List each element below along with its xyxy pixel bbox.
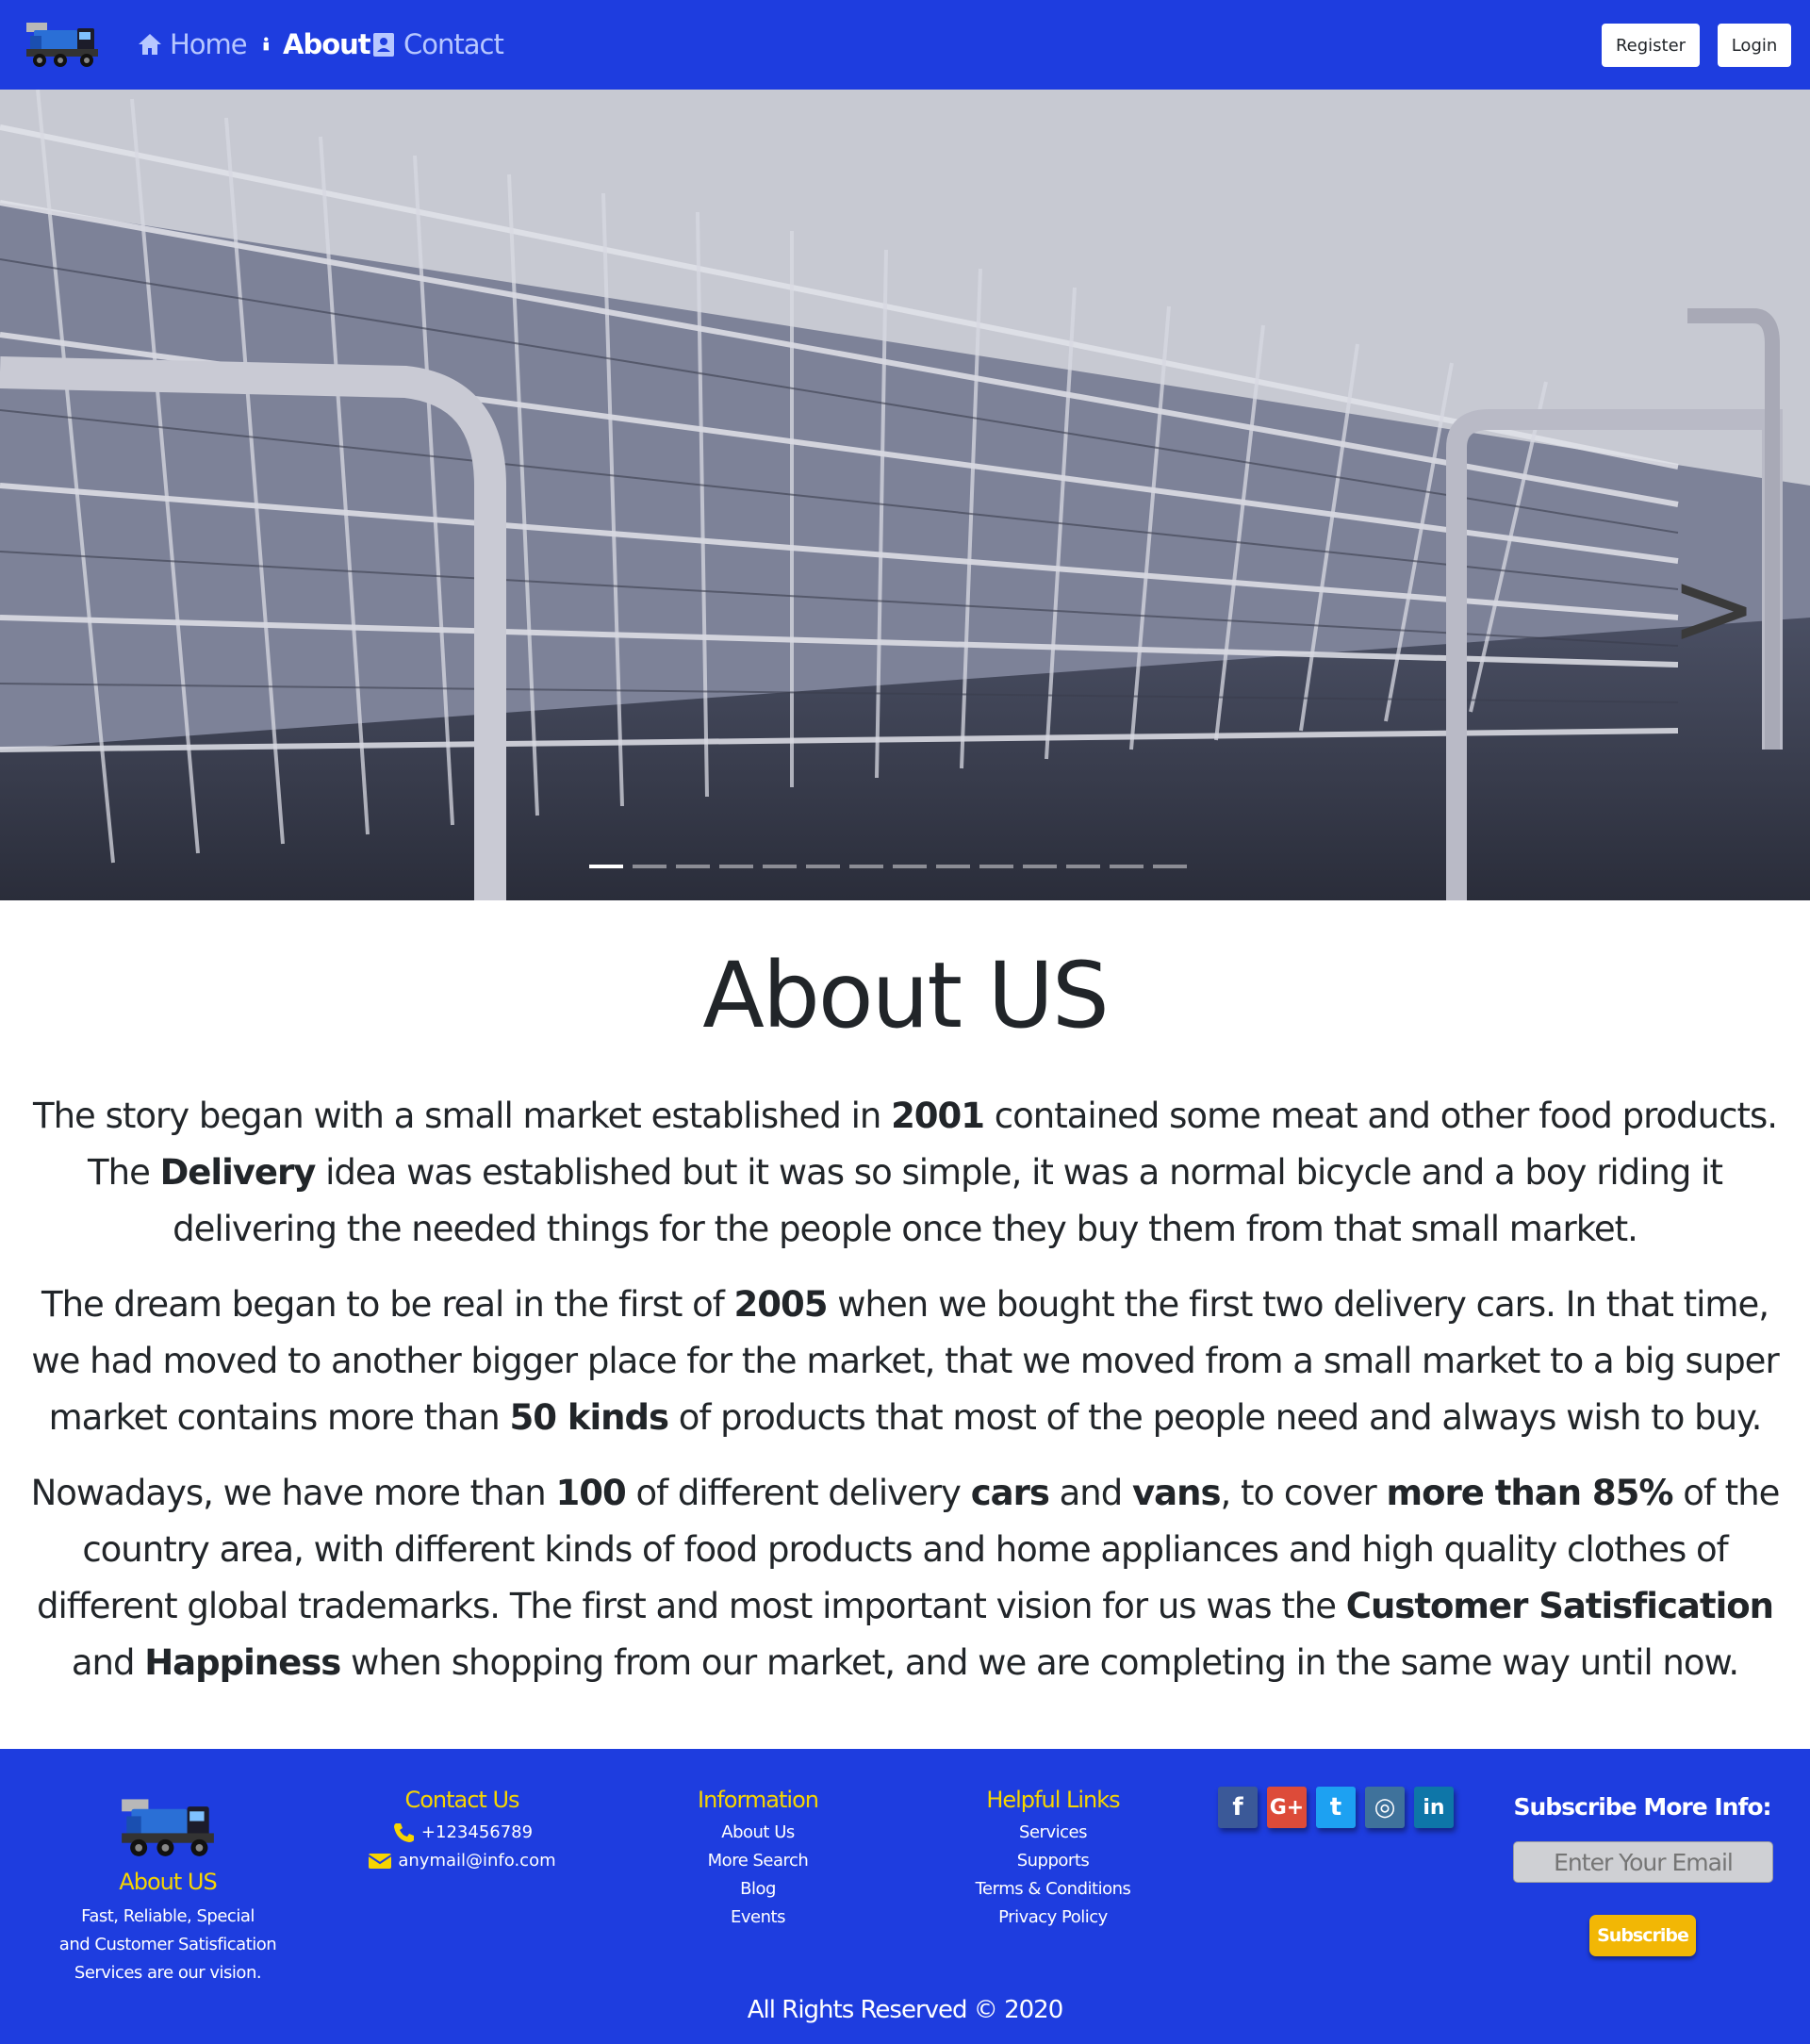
nav-contact-label: Contact (403, 28, 504, 60)
footer-about-column: About US Fast, Reliable, Special and Cus… (57, 1791, 279, 1987)
footer-link-privacy[interactable]: Privacy Policy (943, 1904, 1163, 1932)
footer-about-title: About US (119, 1869, 217, 1895)
contact-card-icon (373, 33, 394, 57)
subscribe-email-input[interactable] (1513, 1841, 1773, 1883)
about-paragraph-2: The dream began to be real in the first … (31, 1284, 1779, 1438)
carousel-indicator[interactable] (1023, 865, 1057, 868)
carousel-indicator[interactable] (589, 865, 623, 868)
carousel-indicator[interactable] (979, 865, 1013, 868)
about-paragraph-3: Nowadays, we have more than 100 of diffe… (30, 1473, 1781, 1683)
carousel-indicator[interactable] (676, 865, 710, 868)
carousel-indicator[interactable] (806, 865, 840, 868)
footer-phone[interactable]: +123456789 (349, 1819, 575, 1847)
nav-home-label: Home (170, 28, 248, 60)
footer-link-services[interactable]: Services (943, 1819, 1163, 1847)
nav-contact-link[interactable]: Contact (370, 25, 504, 64)
carousel-indicators (589, 865, 1187, 868)
about-paragraph-1: The story began with a small market esta… (33, 1096, 1778, 1249)
twitter-icon[interactable]: t (1316, 1787, 1356, 1828)
about-title: About US (702, 943, 1110, 1048)
footer-link-more-search[interactable]: More Search (660, 1847, 856, 1875)
footer-email-text: anymail@info.com (398, 1851, 556, 1871)
nav-about-link[interactable]: About (262, 25, 371, 64)
footer-contact-column: Contact Us +123456789 anymail@info.com (349, 1787, 575, 1875)
subscribe-button[interactable]: Subscribe (1589, 1915, 1696, 1956)
footer-helpful-title: Helpful Links (986, 1787, 1120, 1813)
carousel-indicator[interactable] (936, 865, 970, 868)
truck-logo-icon[interactable] (23, 17, 102, 72)
footer-email[interactable]: anymail@info.com (349, 1847, 575, 1875)
facebook-icon[interactable]: f (1218, 1787, 1258, 1828)
carousel-indicator[interactable] (849, 865, 883, 868)
shopping-carts-image (0, 90, 1810, 900)
home-icon (139, 34, 161, 55)
nav-home-link[interactable]: Home (136, 25, 248, 64)
carousel-indicator[interactable] (893, 865, 927, 868)
carousel-indicator[interactable] (633, 865, 666, 868)
envelope-icon (368, 1854, 392, 1869)
footer-link-supports[interactable]: Supports (943, 1847, 1163, 1875)
carousel-indicator[interactable] (763, 865, 797, 868)
site-footer: About US Fast, Reliable, Special and Cus… (0, 1749, 1810, 2044)
social-links: f G+ t ◎ in (1218, 1787, 1454, 1828)
footer-information-column: Information About Us More Search Blog Ev… (660, 1787, 856, 1932)
footer-link-blog[interactable]: Blog (660, 1875, 856, 1904)
hero-carousel: > (0, 90, 1810, 900)
footer-about-line: Fast, Reliable, Special (81, 1906, 255, 1926)
carousel-indicator[interactable] (719, 865, 753, 868)
login-button[interactable]: Login (1718, 24, 1791, 67)
top-navbar: Home About Contact Register Login (0, 0, 1810, 90)
carousel-indicator[interactable] (1066, 865, 1100, 868)
nav-about-label: About (283, 28, 371, 60)
truck-logo-icon (122, 1799, 214, 1856)
linkedin-icon[interactable]: in (1414, 1787, 1454, 1828)
footer-contact-title: Contact Us (404, 1787, 519, 1813)
carousel-indicator[interactable] (1110, 865, 1144, 868)
google-plus-icon[interactable]: G+ (1267, 1787, 1307, 1828)
carousel-indicator[interactable] (1153, 865, 1187, 868)
footer-helpful-links-column: Helpful Links Services Supports Terms & … (943, 1787, 1163, 1932)
register-button[interactable]: Register (1602, 24, 1700, 67)
footer-link-terms[interactable]: Terms & Conditions (943, 1875, 1163, 1904)
info-icon (263, 37, 269, 51)
footer-about-line: Services are our vision. (74, 1963, 262, 1983)
copyright-text: All Rights Reserved © 2020 (747, 1996, 1063, 2024)
footer-link-about-us[interactable]: About Us (660, 1819, 856, 1847)
footer-link-events[interactable]: Events (660, 1904, 856, 1932)
footer-information-title: Information (698, 1787, 819, 1813)
phone-icon (393, 1823, 414, 1842)
carousel-next-button[interactable]: > (1670, 552, 1757, 665)
subscribe-title: Subscribe More Info: (1513, 1793, 1771, 1821)
footer-about-line: and Customer Satisfication (58, 1935, 277, 1954)
instagram-icon[interactable]: ◎ (1365, 1787, 1405, 1828)
footer-phone-text: +123456789 (420, 1822, 534, 1842)
